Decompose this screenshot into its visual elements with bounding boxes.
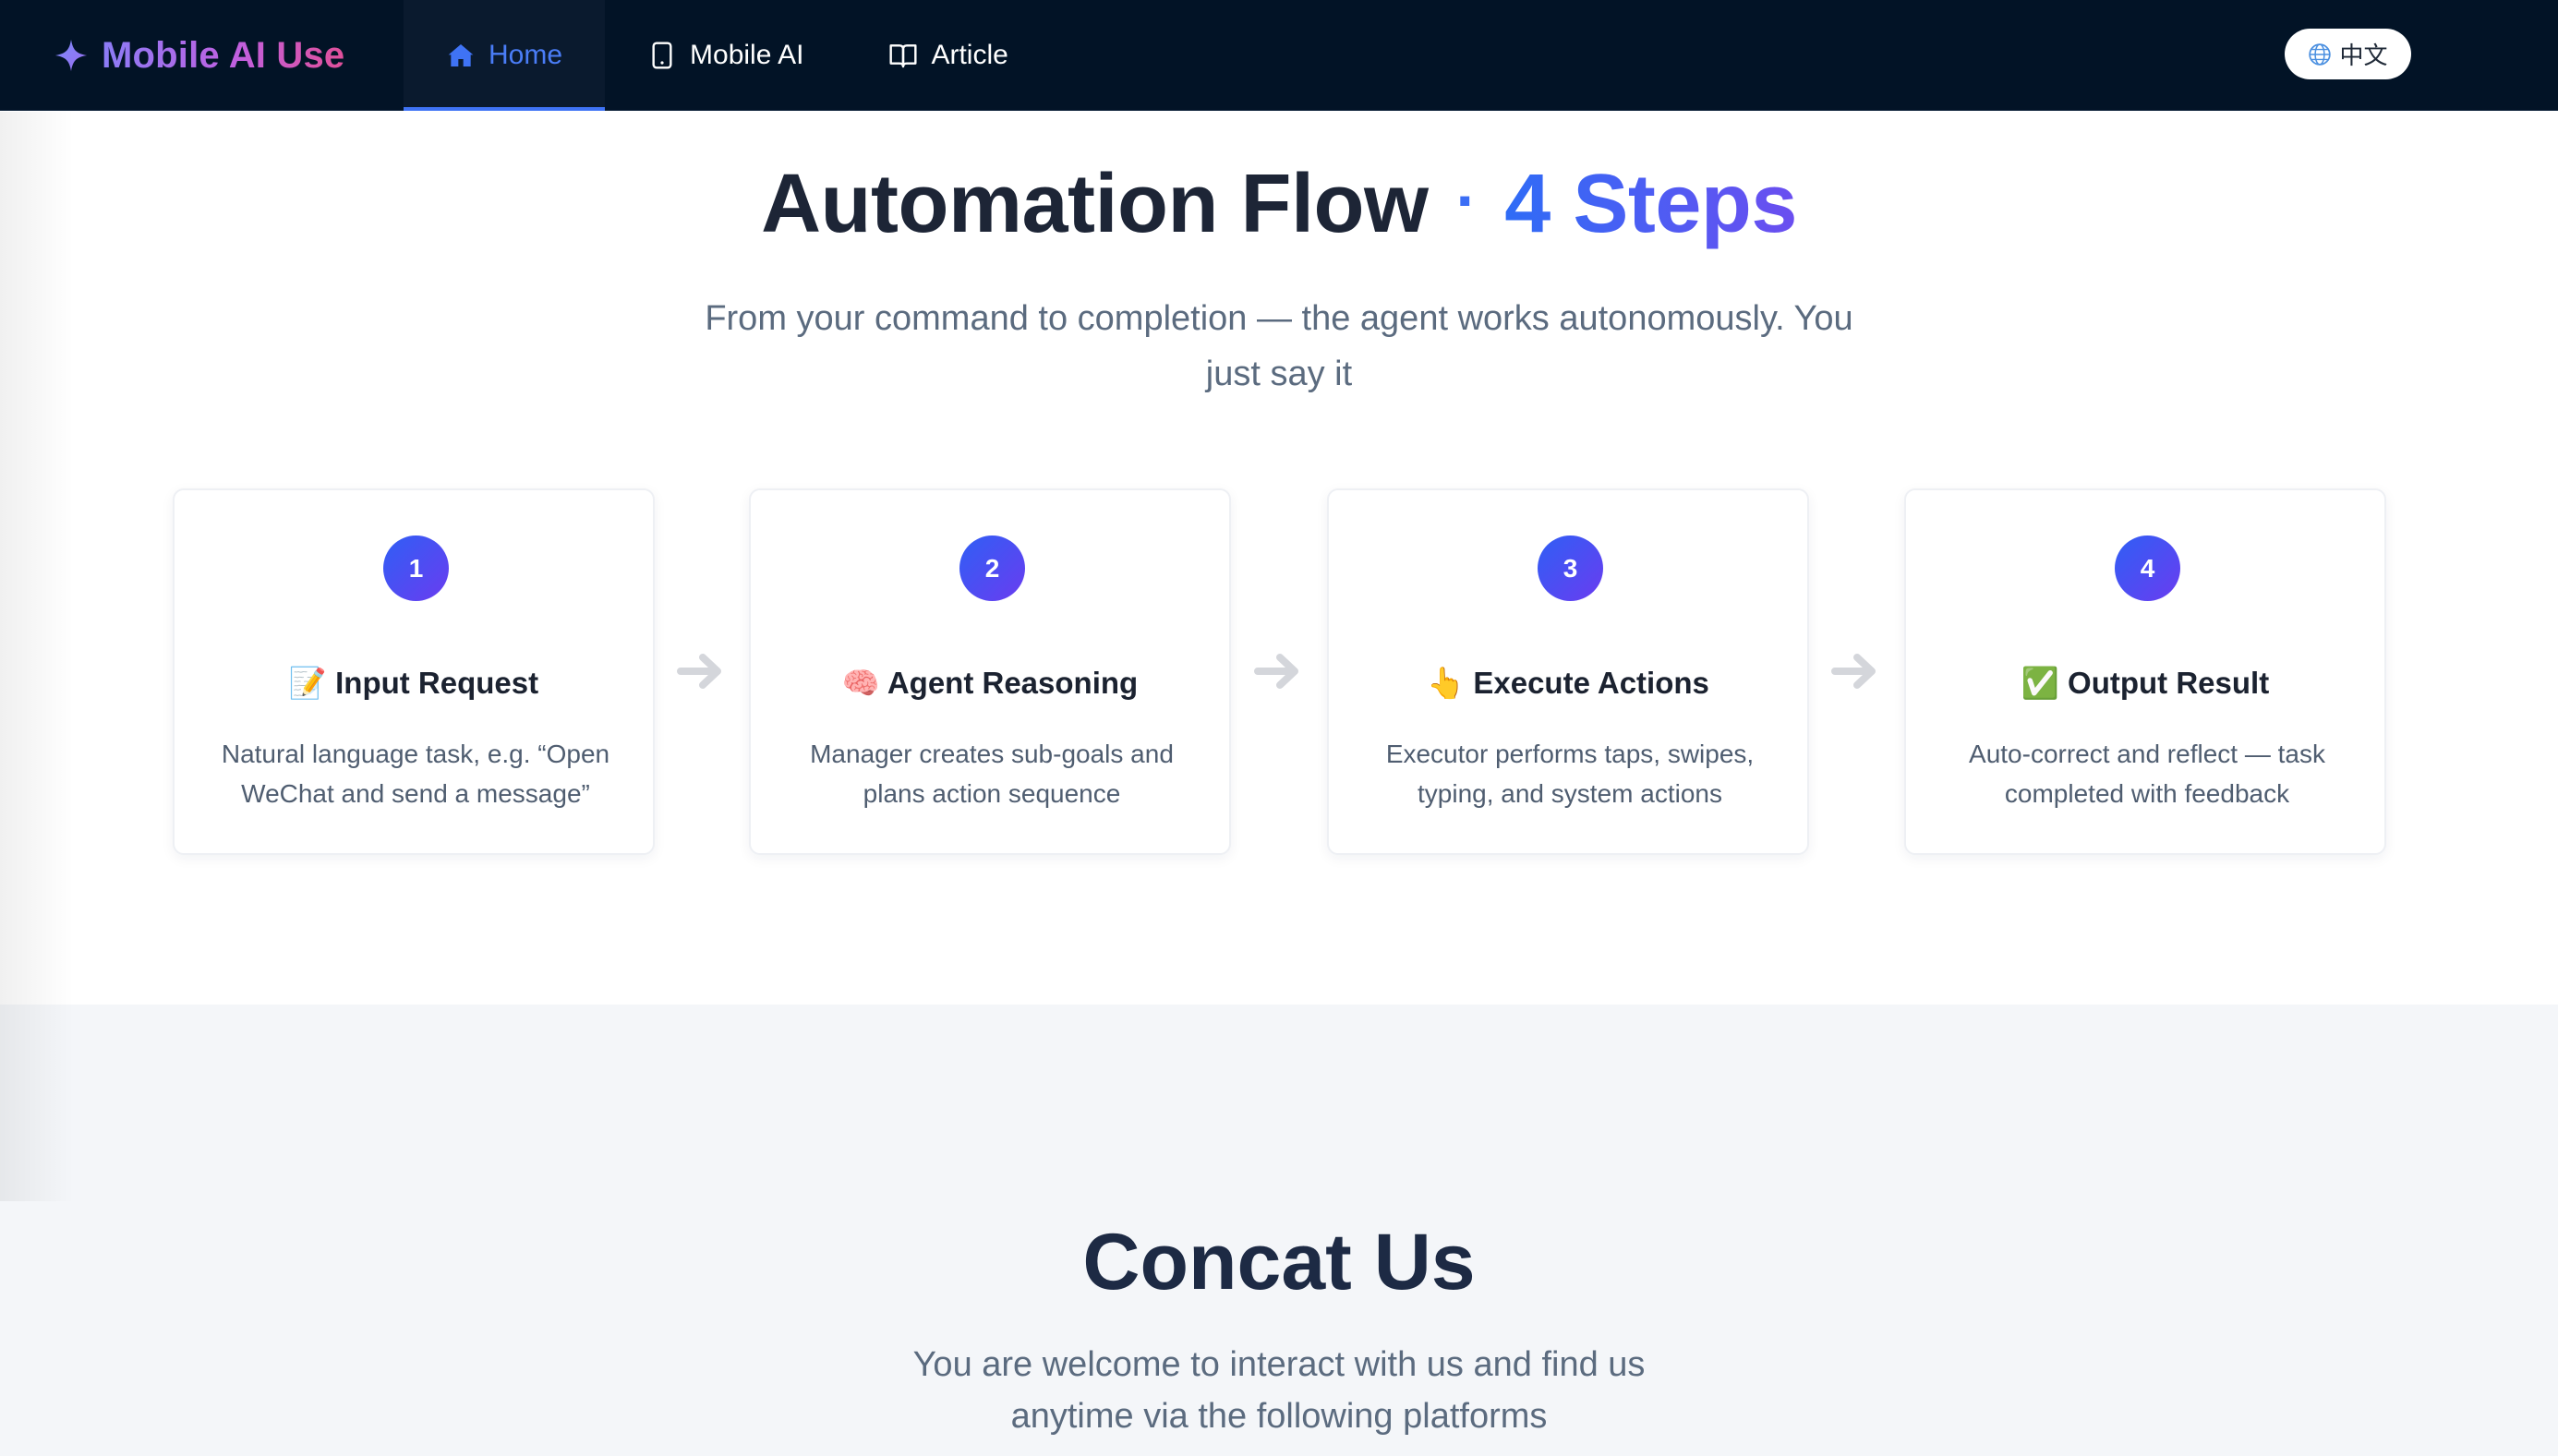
step-number-badge: 2 [959, 535, 1025, 601]
step-title-text: Output Result [2068, 666, 2270, 700]
brain-icon: 🧠 [841, 666, 880, 700]
tab-home[interactable]: Home [404, 0, 606, 111]
mobile-icon [652, 42, 672, 69]
top-navbar: Mobile AI Use Home Mobile AI Article 中文 [0, 0, 2558, 111]
flow-title-separator: · [1455, 164, 1478, 236]
flow-subtitle: From your command to completion — the ag… [705, 299, 1853, 393]
step-title: 👆 Execute Actions [1329, 666, 1807, 702]
flow-title-accent: 4 Steps [1504, 158, 1797, 250]
tab-mobile-ai-label: Mobile AI [690, 40, 804, 70]
book-icon [889, 44, 917, 68]
step-card-agent-reasoning: 2 🧠 Agent Reasoning Manager creates sub-… [749, 488, 1231, 855]
arrow-right-icon [677, 654, 721, 689]
step-title-text: Agent Reasoning [887, 666, 1139, 700]
flow-title: Automation Flow · 4 Steps [0, 157, 2558, 252]
pointing-hand-icon: 👆 [1427, 666, 1466, 700]
step-title: 📝 Input Request [175, 666, 653, 702]
step-title: ✅ Output Result [1906, 666, 2384, 702]
sparkle-icon [54, 39, 88, 72]
contact-title: Concat Us [1082, 1218, 1476, 1306]
arrow-right-icon [1254, 654, 1298, 689]
step-number-badge: 1 [383, 535, 449, 601]
step-card-output-result: 4 ✅ Output Result Auto-correct and refle… [1904, 488, 2386, 855]
globe-icon [2309, 42, 2332, 66]
step-title: 🧠 Agent Reasoning [751, 666, 1229, 702]
tab-mobile-ai[interactable]: Mobile AI [605, 0, 846, 111]
brand-name: Mobile AI Use [102, 34, 345, 76]
step-title-text: Execute Actions [1473, 666, 1709, 700]
tab-home-label: Home [489, 40, 563, 70]
check-mark-icon: ✅ [2021, 666, 2059, 700]
memo-icon: 📝 [288, 666, 327, 700]
tab-article-label: Article [931, 40, 1008, 70]
home-icon [448, 44, 474, 66]
step-title-text: Input Request [335, 666, 539, 700]
step-description: Manager creates sub-goals and plans acti… [810, 740, 1174, 808]
brand-logo[interactable]: Mobile AI Use [54, 0, 344, 111]
step-number-badge: 4 [2115, 535, 2180, 601]
flow-title-main: Automation Flow [761, 158, 1429, 250]
step-card-execute-actions: 3 👆 Execute Actions Executor performs ta… [1327, 488, 1809, 855]
step-description: Executor performs taps, swipes, typing, … [1385, 740, 1755, 808]
step-description: Natural language task, e.g. “Open WeChat… [221, 740, 610, 808]
arrow-right-icon [1831, 654, 1876, 689]
step-card-input-request: 1 📝 Input Request Natural language task,… [173, 488, 655, 855]
language-switch-button[interactable]: 中文 [2285, 29, 2411, 79]
step-description: Auto-correct and reflect — task complete… [1969, 740, 2325, 808]
language-label: 中文 [2339, 42, 2388, 69]
contact-subtitle: You are welcome to interact with us and … [912, 1345, 1646, 1436]
step-number-badge: 3 [1538, 535, 1603, 601]
tab-article[interactable]: Article [846, 0, 1050, 111]
main-nav: Home Mobile AI Article [404, 0, 1051, 111]
